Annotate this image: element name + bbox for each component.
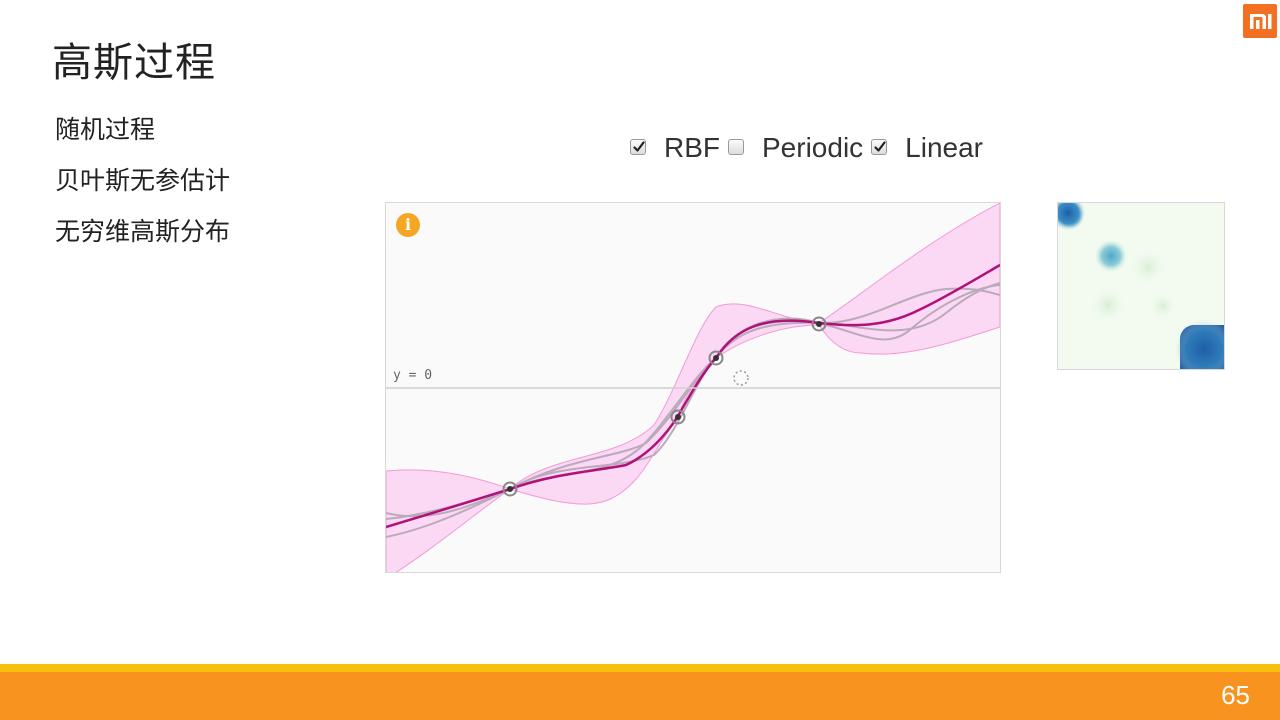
linear-label: Linear: [905, 132, 984, 163]
gp-plot-svg: [386, 203, 1000, 572]
page-number: 65: [1221, 680, 1250, 710]
bullet-item: 无穷维高斯分布: [55, 217, 231, 246]
covariance-heatmap-svg: [1058, 203, 1224, 369]
rbf-checkbox[interactable]: [630, 139, 646, 155]
info-icon[interactable]: i: [396, 213, 420, 237]
zero-line-label: y = 0: [393, 368, 433, 383]
kernel-controls: RBF Periodic Linear: [630, 128, 991, 168]
bullet-item: 随机过程: [55, 115, 156, 144]
bullet-item: 贝叶斯无参估计: [55, 166, 231, 195]
gp-plot[interactable]: i y = 0: [385, 202, 1001, 573]
footer-bar: 65: [0, 672, 1280, 720]
periodic-checkbox[interactable]: [728, 139, 744, 155]
linear-checkbox[interactable]: [871, 139, 888, 155]
periodic-label: Periodic: [762, 132, 864, 163]
bullet-list: 随机过程 贝叶斯无参估计 无穷维高斯分布: [55, 110, 230, 263]
loading-spinner-icon: [733, 370, 749, 386]
covariance-heatmap: [1057, 202, 1225, 370]
mi-logo-icon: [1243, 4, 1277, 38]
slide-title: 高斯过程: [52, 40, 216, 86]
rbf-label: RBF: [664, 132, 720, 163]
footer-accent-line: [0, 664, 1280, 672]
